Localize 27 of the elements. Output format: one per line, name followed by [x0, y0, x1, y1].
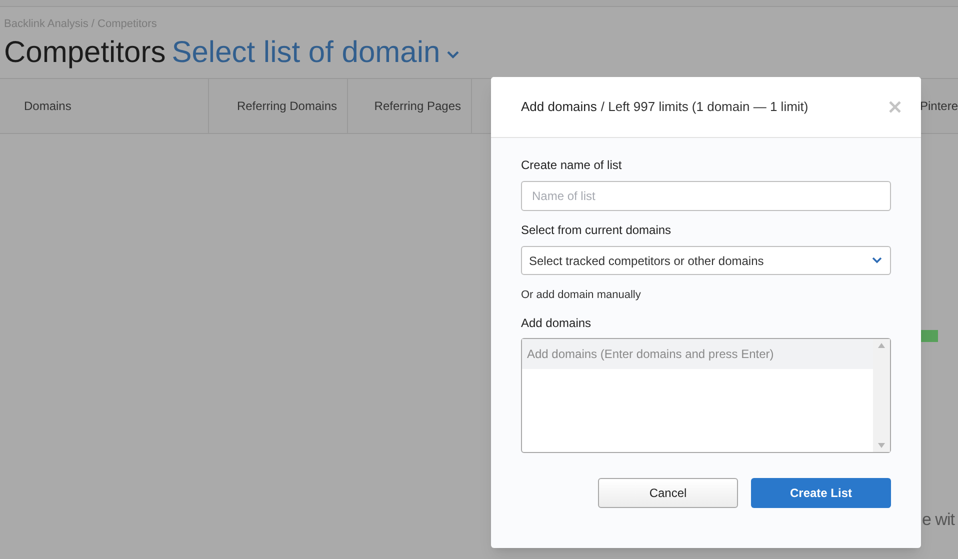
column-header[interactable]: Referring Domains: [209, 79, 348, 133]
empty-message: e wit: [922, 509, 954, 531]
scroll-up-icon[interactable]: [878, 343, 885, 348]
domains-input[interactable]: Add domains (Enter domains and press Enter): [522, 339, 873, 369]
page-title: Competitors: [4, 35, 166, 71]
field-label: Create name of list: [521, 158, 623, 173]
domain-select[interactable]: Select tracked competitors or other domains: [521, 246, 891, 275]
domains-text-area[interactable]: Add domains (Enter domains and press Enter): [521, 338, 891, 453]
close-button[interactable]: [887, 99, 903, 115]
chevron-down-icon: [872, 257, 882, 264]
scrollbar[interactable]: [873, 339, 890, 452]
manual-note: Or add domain manually: [521, 288, 642, 302]
column-header[interactable]: Domains: [0, 79, 209, 133]
close-icon: [889, 101, 901, 113]
name-input-field[interactable]: Name of list: [521, 181, 891, 211]
cancel-button[interactable]: Cancel: [598, 478, 738, 508]
dialog-subtitle: / Left 997 limits (1 domain — 1 limit): [600, 98, 808, 116]
column-header[interactable]: Pintere: [918, 79, 958, 133]
field-label: Select from current domains: [521, 223, 672, 238]
column-header[interactable]: Referring Pages: [348, 79, 472, 133]
dialog-title: Add domains: [521, 98, 597, 116]
list-selector[interactable]: Select list of domain: [172, 35, 460, 71]
scroll-down-icon[interactable]: [878, 443, 885, 448]
create-list-button[interactable]: Create List: [751, 478, 891, 508]
field-label: Add domains: [521, 316, 592, 331]
color-strip: [921, 330, 938, 342]
chevron-down-icon: [446, 50, 460, 60]
